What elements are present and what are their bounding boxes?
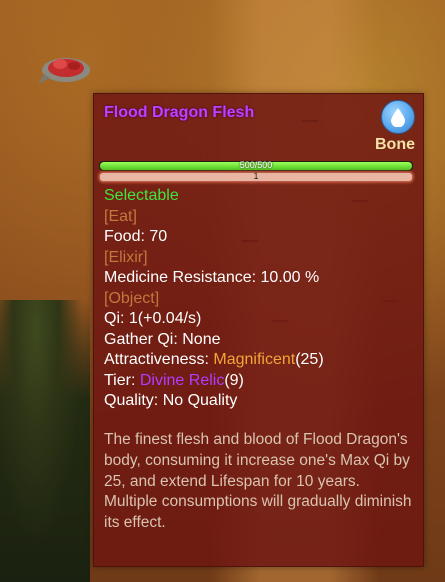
section-eat: [Eat] bbox=[104, 207, 137, 225]
item-title: Flood Dragon Flesh bbox=[104, 104, 255, 121]
item-tooltip: Flood Dragon Flesh Bone 500/500 1 Select… bbox=[93, 93, 424, 567]
item-stats: Selectable [Eat] Food: 70 [Elixir] Medic… bbox=[104, 186, 416, 412]
stat-quality: Quality: No Quality bbox=[104, 392, 238, 409]
tier-number: (9) bbox=[224, 371, 244, 389]
section-object: [Object] bbox=[104, 289, 160, 307]
tier-value: Divine Relic bbox=[139, 371, 225, 389]
attractiveness-value: Magnificent bbox=[213, 351, 296, 368]
quantity-bar: 1 bbox=[99, 171, 413, 182]
tier-label: Tier: bbox=[104, 371, 140, 389]
water-drop-icon bbox=[381, 100, 415, 134]
stat-medicine-resistance: Medicine Resistance: 10.00 % bbox=[104, 269, 320, 286]
stat-qi: Qi: 1(+0.04/s) bbox=[104, 310, 202, 327]
stat-tier: Tier: Divine Relic(9) bbox=[104, 371, 416, 392]
pine-tree bbox=[0, 300, 90, 582]
stat-attractiveness: Attractiveness: Magnificent(25) bbox=[104, 350, 416, 371]
item-description: The finest flesh and blood of Flood Drag… bbox=[104, 431, 412, 532]
stat-food: Food: 70 bbox=[104, 228, 168, 245]
material-type-label: Bone bbox=[375, 136, 415, 153]
attractiveness-label: Attractiveness: bbox=[104, 351, 214, 368]
attractiveness-number: (25) bbox=[295, 351, 324, 368]
selectable-status: Selectable bbox=[104, 187, 179, 204]
flood-dragon-flesh-sprite[interactable] bbox=[36, 44, 96, 88]
stat-gather-qi: Gather Qi: None bbox=[104, 330, 221, 348]
section-elixir: [Elixir] bbox=[104, 248, 148, 266]
quantity-bar-text: 1 bbox=[253, 171, 259, 181]
